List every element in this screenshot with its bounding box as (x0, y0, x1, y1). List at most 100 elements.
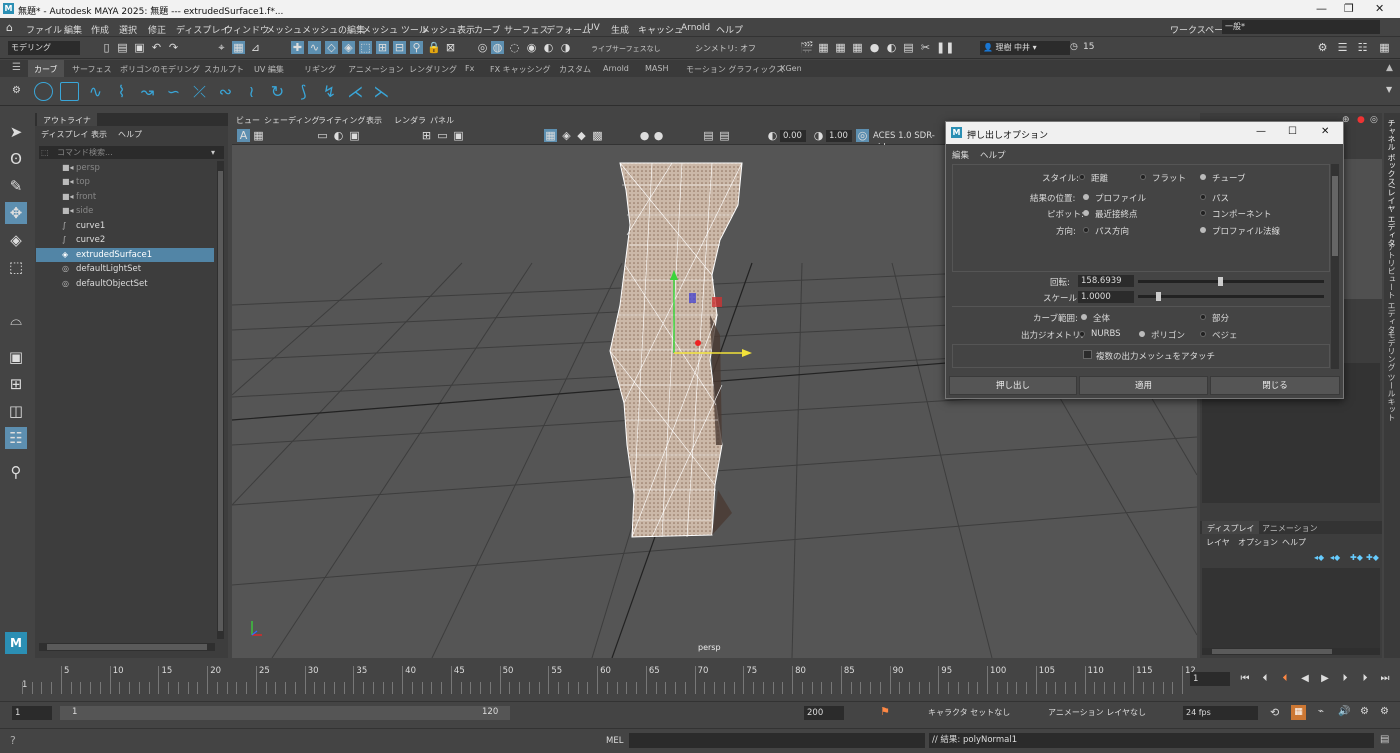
prev-key-icon[interactable]: ⏴ (1278, 672, 1292, 686)
pivot-radio-closest[interactable] (1083, 210, 1089, 216)
shelf-scroll-up-icon[interactable]: ▲ (1386, 63, 1393, 73)
outliner-search-input[interactable]: コマンド検索... (39, 146, 224, 159)
tool-settings-icon[interactable]: ☷ (1356, 41, 1369, 54)
anim-layer-dropdown[interactable]: アニメーション レイヤなし (1045, 706, 1150, 720)
snap-point-icon[interactable]: ◇ (325, 41, 338, 54)
help-icon[interactable]: ? (10, 734, 16, 747)
intersect-curve-icon[interactable]: ⤫ (190, 82, 209, 101)
search-dropdown-icon[interactable]: ▾ (211, 148, 215, 157)
style-radio-tube[interactable] (1200, 174, 1206, 180)
tab-animation[interactable]: アニメーション (1262, 523, 1318, 534)
menu-surfaces[interactable]: サーフェス (504, 23, 548, 36)
output-radio-nurbs[interactable] (1079, 331, 1085, 337)
mode-dropdown[interactable]: モデリング (8, 41, 80, 55)
menu-edit-mesh[interactable]: メッシュの編集 (302, 23, 365, 36)
vp-menu-lighting[interactable]: ライティング (318, 115, 365, 126)
select-object-icon[interactable]: ▦ (232, 41, 245, 54)
hypershade-icon[interactable]: ● (868, 41, 881, 54)
outliner-hscrollbar[interactable] (39, 643, 215, 651)
select-hierarchy-icon[interactable]: ⌖ (215, 41, 228, 54)
scale-field[interactable]: 1.0000 (1078, 291, 1134, 303)
play-back-icon[interactable]: ◀ (1298, 672, 1312, 686)
home-icon[interactable]: ⌂ (6, 21, 13, 34)
channel-box-close-icon[interactable]: ● (1357, 115, 1365, 125)
result-radio-path[interactable] (1200, 194, 1206, 200)
motion-blur-icon[interactable]: ▤ (702, 129, 715, 142)
menu-select[interactable]: 選択 (119, 23, 137, 36)
dialog-maximize-icon[interactable]: ☐ (1288, 126, 1297, 137)
menu-deform[interactable]: デフォーム (546, 23, 591, 36)
shelf-tab-rigging[interactable]: リギング (304, 64, 336, 75)
xray-active-icon[interactable]: ▩ (591, 129, 604, 142)
attach-curve-icon[interactable]: ∾ (216, 82, 235, 101)
attach-label[interactable]: 複数の出力メッシュをアタッチ (1096, 350, 1215, 362)
sound-icon[interactable]: 🔊 (1338, 706, 1350, 717)
menu-edit[interactable]: 編集 (64, 23, 82, 36)
cv-curve-icon[interactable]: ∿ (86, 82, 105, 101)
color-mgmt-icon[interactable]: ◎ (856, 129, 869, 142)
maximize-icon[interactable]: ❐ (1344, 2, 1354, 15)
tab-display[interactable]: ディスプレイ (1202, 521, 1260, 534)
channel-box-icon[interactable]: ▦ (1378, 41, 1391, 54)
direction-radio-profile-normal[interactable] (1200, 227, 1206, 233)
isolate-select-icon[interactable]: ▦ (544, 129, 557, 142)
move-tool-icon[interactable]: ✥ (5, 202, 27, 224)
select-component-icon[interactable]: ⊿ (249, 41, 262, 54)
close-button[interactable]: 閉じる (1210, 376, 1340, 395)
new-layer-icon[interactable]: ✚◆ (1350, 553, 1363, 562)
smooth-shade-icon[interactable]: ◐ (332, 129, 345, 142)
drag-select-icon[interactable]: ◑ (559, 41, 572, 54)
snap-curve-icon[interactable]: ∿ (308, 41, 321, 54)
output-radio-bezier[interactable] (1200, 331, 1206, 337)
list-item[interactable]: ∫ curve1 (36, 219, 214, 233)
range-start-field[interactable]: 1 (12, 706, 52, 720)
range-end-field[interactable]: 200 (804, 706, 844, 720)
shelf-tab-poly-modeling[interactable]: ポリゴンのモデリング (120, 64, 200, 75)
menu-file[interactable]: ファイル (26, 23, 62, 36)
shelf-tab-motion-graphics[interactable]: モーション グラフィックス (686, 64, 784, 75)
shelf-settings-icon[interactable]: ⚙ (12, 85, 21, 96)
last-tool-icon[interactable]: ⌓ (5, 309, 27, 331)
attribute-editor-icon[interactable]: ☰ (1336, 41, 1349, 54)
list-item[interactable]: ■◂ top (36, 175, 214, 189)
detach-curve-icon[interactable]: ≀ (242, 82, 261, 101)
shelf-tab-fx[interactable]: Fx (465, 64, 474, 73)
menu-arnold[interactable]: Arnold (681, 23, 710, 33)
vp-menu-show[interactable]: 表示 (366, 115, 382, 126)
ep-curve-icon[interactable]: ⌇ (112, 82, 131, 101)
outliner-vscrollbar[interactable] (217, 161, 224, 639)
attach-checkbox[interactable] (1083, 350, 1092, 359)
rotation-slider-knob[interactable] (1217, 277, 1223, 286)
step-forward-icon[interactable]: ⏵ (1358, 672, 1372, 686)
layer-menu-help[interactable]: ヘルプ (1282, 537, 1306, 548)
next-key-icon[interactable]: ⏵ (1338, 672, 1352, 686)
outliner-menu-show[interactable]: 表示 (91, 129, 107, 140)
arnold-icon[interactable]: ✂ (919, 41, 932, 54)
list-item[interactable]: ■◂ front (36, 190, 214, 204)
side-view-icon[interactable]: ◫ (5, 400, 27, 422)
ambient-occlusion-icon[interactable]: ● (652, 129, 665, 142)
list-item[interactable]: ■◂ persp (36, 161, 214, 175)
resolution-gate-icon[interactable]: ▣ (452, 129, 465, 142)
menu-mesh-display[interactable]: メッシュ表示 (421, 23, 475, 36)
fps-dropdown[interactable]: 24 fps (1183, 706, 1258, 720)
light-editor-icon[interactable]: ▤ (902, 41, 915, 54)
snap-surface-icon[interactable]: ⬚ (359, 41, 372, 54)
lock-icon[interactable]: 🔒 (427, 41, 441, 54)
snap-view-icon[interactable]: ◈ (342, 41, 355, 54)
layer-move-down-icon[interactable]: ◂◆ (1330, 553, 1340, 562)
play-forward-icon[interactable]: ▶ (1318, 672, 1332, 686)
shelf-tab-curves[interactable]: カーブ (28, 60, 64, 77)
shelf-menu-icon[interactable]: ☰ (12, 62, 21, 73)
paint-select-icon[interactable]: ◉ (525, 41, 538, 54)
pivot-option-closest[interactable]: 最近接終点 (1095, 208, 1138, 220)
snap-pivot-icon[interactable]: ⊟ (393, 41, 406, 54)
shelf-tab-fx-caching[interactable]: FX キャッシング (490, 64, 551, 75)
shelf-scroll-down-icon[interactable]: ▼ (1386, 85, 1392, 94)
textured-icon[interactable]: ▣ (348, 129, 361, 142)
gamma-field[interactable]: 1.00 (826, 130, 852, 142)
exposure-icon[interactable]: ◐ (766, 129, 779, 142)
soft-select-icon[interactable]: ◎ (476, 41, 489, 54)
curve-range-radio-complete[interactable] (1081, 314, 1087, 320)
fillet-curve-icon[interactable]: ↻ (268, 82, 287, 101)
